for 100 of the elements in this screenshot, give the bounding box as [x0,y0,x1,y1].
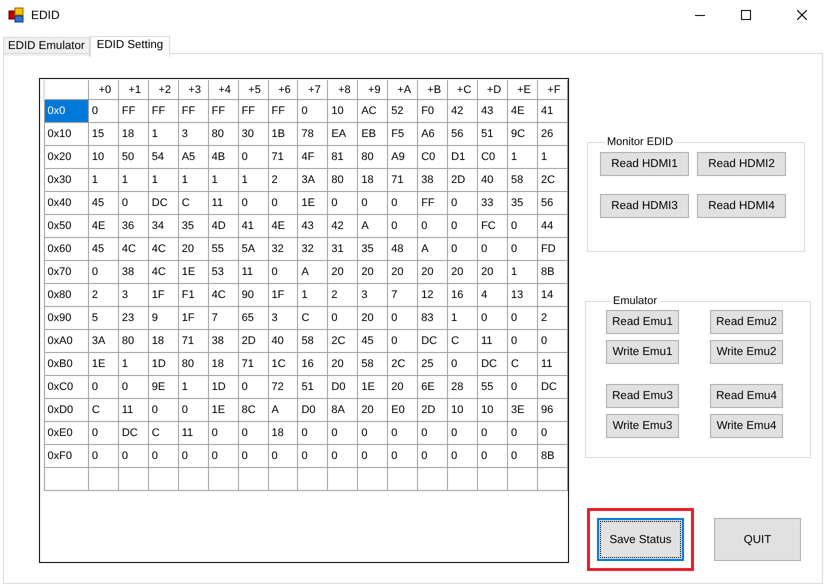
table-cell[interactable]: 50 [118,146,148,168]
table-cell[interactable]: 58 [508,168,538,192]
table-cell[interactable]: 43 [298,214,328,238]
table-cell[interactable]: 0 [508,422,538,444]
table-cell[interactable]: 10 [448,398,478,422]
table-cell[interactable]: 0 [268,192,298,214]
table-cell[interactable]: 80 [358,146,388,168]
table-cell[interactable]: 0 [508,214,538,238]
table-cell[interactable]: 1F [148,284,178,306]
table-cell[interactable]: 1 [208,168,238,192]
table-cell[interactable]: 14 [537,284,568,306]
table-cell[interactable]: 81 [328,146,358,168]
table-cell[interactable]: 38 [118,260,148,284]
table-cell[interactable]: 26 [537,122,568,146]
table-cell[interactable]: 0 [448,214,478,238]
table-cell[interactable]: 71 [238,352,268,376]
table-cell[interactable]: 52 [388,100,418,122]
table-cell[interactable]: 4B [208,146,238,168]
table-cell[interactable]: 58 [358,352,388,376]
table-cell[interactable]: FF [148,100,178,122]
table-cell[interactable]: C [178,192,208,214]
table-cell[interactable]: C [508,352,538,376]
table-cell[interactable]: A5 [178,146,208,168]
table-cell[interactable]: 8B [537,260,568,284]
table-cell[interactable]: 0 [298,444,328,468]
table-cell[interactable]: 56 [537,192,568,214]
row-header[interactable]: 0xB0 [44,352,88,376]
table-cell[interactable]: 1E [358,376,388,398]
table-cell[interactable]: 3E [508,398,538,422]
table-cell[interactable]: FF [418,192,448,214]
table-cell[interactable]: 0 [478,238,508,260]
table-cell[interactable]: 0 [418,422,448,444]
table-cell[interactable]: 10 [88,146,118,168]
table-cell[interactable]: 80 [118,330,148,352]
table-cell[interactable]: 0 [508,376,538,398]
table-cell[interactable]: 45 [88,238,118,260]
table-cell[interactable]: 1F [178,306,208,330]
table-cell[interactable]: 0 [448,192,478,214]
table-cell[interactable]: 20 [388,260,418,284]
table-cell[interactable]: 0 [328,192,358,214]
table-cell[interactable]: FD [537,238,568,260]
table-cell[interactable]: 5 [88,306,118,330]
table-cell[interactable]: 0 [478,422,508,444]
row-header[interactable]: 0x80 [44,284,88,306]
table-cell[interactable]: 1 [448,306,478,330]
table-cell[interactable]: 40 [268,330,298,352]
table-cell[interactable]: 0 [148,398,178,422]
table-cell[interactable]: A [268,398,298,422]
table-cell[interactable]: 48 [388,238,418,260]
table-cell[interactable]: A9 [388,146,418,168]
table-cell[interactable]: 80 [208,122,238,146]
table-cell[interactable]: 0 [388,422,418,444]
table-cell[interactable]: C0 [478,146,508,168]
table-cell[interactable]: 20 [478,260,508,284]
table-cell[interactable]: 78 [298,122,328,146]
emulator-button[interactable]: Read Emu3 [606,384,679,408]
row-header[interactable]: 0xC0 [44,376,88,398]
table-cell[interactable]: 20 [418,260,448,284]
table-cell[interactable]: 3 [268,306,298,330]
table-cell[interactable]: 0 [118,444,148,468]
table-cell[interactable]: 0 [388,192,418,214]
table-cell[interactable]: 35 [358,238,388,260]
table-cell[interactable]: 0 [208,444,238,468]
table-cell[interactable]: 0 [448,352,478,376]
table-cell[interactable]: FF [238,100,268,122]
table-cell[interactable]: 0 [418,444,448,468]
table-cell[interactable]: 3A [88,330,118,352]
table-cell[interactable]: 0 [537,422,568,444]
table-cell[interactable]: 1 [118,168,148,192]
table-cell[interactable]: 0 [178,444,208,468]
table-cell[interactable]: 36 [118,214,148,238]
table-cell[interactable]: 80 [178,352,208,376]
table-cell[interactable]: A [358,214,388,238]
table-cell[interactable]: 56 [448,122,478,146]
table-cell[interactable]: 0 [358,444,388,468]
table-cell[interactable]: 6E [418,376,448,398]
read-button[interactable]: Read HDMI1 [600,152,689,176]
table-cell[interactable]: 4E [508,100,538,122]
table-cell[interactable]: 16 [448,284,478,306]
table-cell[interactable]: 1 [298,284,328,306]
table-cell[interactable]: 0 [238,422,268,444]
table-cell[interactable]: 11 [537,352,568,376]
table-cell[interactable]: C0 [418,146,448,168]
table-cell[interactable]: 1B [268,122,298,146]
table-cell[interactable]: 4E [268,214,298,238]
table-cell[interactable]: 0 [88,100,118,122]
read-button[interactable]: Read HDMI3 [600,194,689,218]
row-header[interactable]: 0xD0 [44,398,88,422]
table-cell[interactable]: 9E [148,376,178,398]
table-cell[interactable]: DC [478,352,508,376]
table-cell[interactable]: 33 [478,192,508,214]
table-cell[interactable]: 16 [298,352,328,376]
table-cell[interactable]: 13 [508,284,538,306]
table-cell[interactable]: 20 [358,260,388,284]
table-cell[interactable]: 11 [178,422,208,444]
table-cell[interactable]: 1D [208,376,238,398]
table-cell[interactable]: 0 [508,330,538,352]
table-cell[interactable]: 32 [268,238,298,260]
table-cell[interactable]: 2 [88,284,118,306]
emulator-button[interactable]: Write Emu4 [710,414,783,438]
